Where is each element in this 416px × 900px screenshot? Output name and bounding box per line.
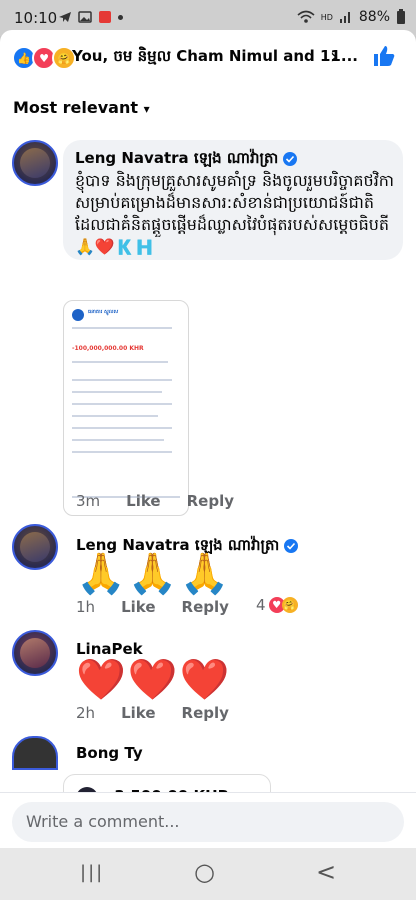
- comment-time: 2h: [76, 704, 96, 722]
- sort-dropdown[interactable]: Most relevant ▾: [13, 98, 150, 117]
- comment-input-placeholder: Write a comment...: [26, 812, 180, 831]
- bank-name: ធនាគារ ស្ទូលស: [88, 309, 119, 315]
- care-reaction-icon: 🤗: [281, 597, 298, 613]
- like-button[interactable]: Like: [121, 704, 155, 722]
- wifi-icon: [297, 10, 315, 23]
- reply-button[interactable]: Reply: [182, 704, 229, 722]
- reaction-count: 4: [256, 596, 266, 614]
- like-button[interactable]: Like: [121, 598, 155, 616]
- comment-actions: 2h Like Reply: [76, 704, 229, 722]
- avatar[interactable]: [12, 736, 58, 770]
- status-time: 10:10: [14, 9, 58, 27]
- comments-sheet: 👍 ♥ 🤗 You, ចម និម្មល Cham Nimul and 11..…: [0, 30, 416, 848]
- verified-icon: [283, 151, 298, 166]
- chevron-down-icon: ▾: [143, 102, 150, 116]
- system-nav-bar: ||| ○ <: [0, 848, 416, 900]
- dot-icon: [118, 14, 123, 20]
- receipt-amount: -100,000,000.00 KHR: [72, 345, 144, 352]
- network-label: HD: [320, 12, 333, 22]
- comment-text: ខ្ញុំបាទ និងក្រុមគ្រួសារសូមគាំទ្រ និងចូល…: [75, 171, 394, 256]
- sort-label: Most relevant: [13, 98, 138, 117]
- author-name[interactable]: Bong Ty: [76, 744, 143, 762]
- comment-input[interactable]: Write a comment...: [12, 802, 404, 842]
- avatar[interactable]: [12, 140, 58, 186]
- verified-icon: [284, 538, 299, 553]
- telegram-icon: [59, 12, 71, 22]
- signal-icon: [339, 12, 350, 23]
- receipt-image[interactable]: ធនាគារ ស្ទូលស -100,000,000.00 KHR: [63, 300, 189, 516]
- avatar[interactable]: [12, 630, 58, 676]
- comment-author[interactable]: Leng Navatra ឡេង ណាវ៉ាត្រា: [75, 148, 298, 171]
- comment-bubble: Leng Navatra ឡេង ណាវ៉ាត្រា ខ្ញុំបាទ និងក…: [63, 140, 403, 260]
- comment-actions: 3m Like Reply: [76, 492, 234, 510]
- reactions-header[interactable]: 👍 ♥ 🤗 You, ចម និម្មល Cham Nimul and 11..…: [0, 30, 416, 86]
- comment-emoji: ❤️❤️❤️: [76, 657, 232, 703]
- author-name[interactable]: Leng Navatra ឡេង ណាវ៉ាត្រា: [75, 149, 278, 167]
- home-button[interactable]: ○: [194, 858, 215, 886]
- status-right: HD 88%: [297, 9, 406, 25]
- comment-emoji: 🙏🙏🙏: [76, 551, 232, 597]
- reply-button[interactable]: Reply: [187, 492, 234, 510]
- like-thumb-icon[interactable]: [372, 44, 396, 68]
- like-button[interactable]: Like: [126, 492, 160, 510]
- image-icon: [78, 11, 92, 23]
- chevron-right-icon[interactable]: ›: [330, 44, 338, 68]
- reply-button[interactable]: Reply: [182, 598, 229, 616]
- reaction-summary[interactable]: You, ចម និម្មល Cham Nimul and 11...: [72, 47, 358, 69]
- avatar[interactable]: [12, 524, 58, 570]
- reaction-count-badge[interactable]: 4 ♥ 🤗: [256, 596, 298, 614]
- comment-time: 3m: [76, 492, 101, 510]
- battery-level: 88%: [358, 9, 390, 25]
- recent-apps-button[interactable]: |||: [80, 862, 104, 883]
- status-notifications: [58, 10, 123, 24]
- comment-time: 1h: [76, 598, 96, 616]
- reaction-icons: 👍 ♥ 🤗: [12, 46, 76, 70]
- battery-icon: [397, 9, 405, 24]
- back-button[interactable]: <: [316, 858, 336, 886]
- comment-actions: 1h Like Reply: [76, 598, 229, 616]
- bank-logo: [72, 309, 84, 321]
- pdf-icon: [99, 11, 111, 23]
